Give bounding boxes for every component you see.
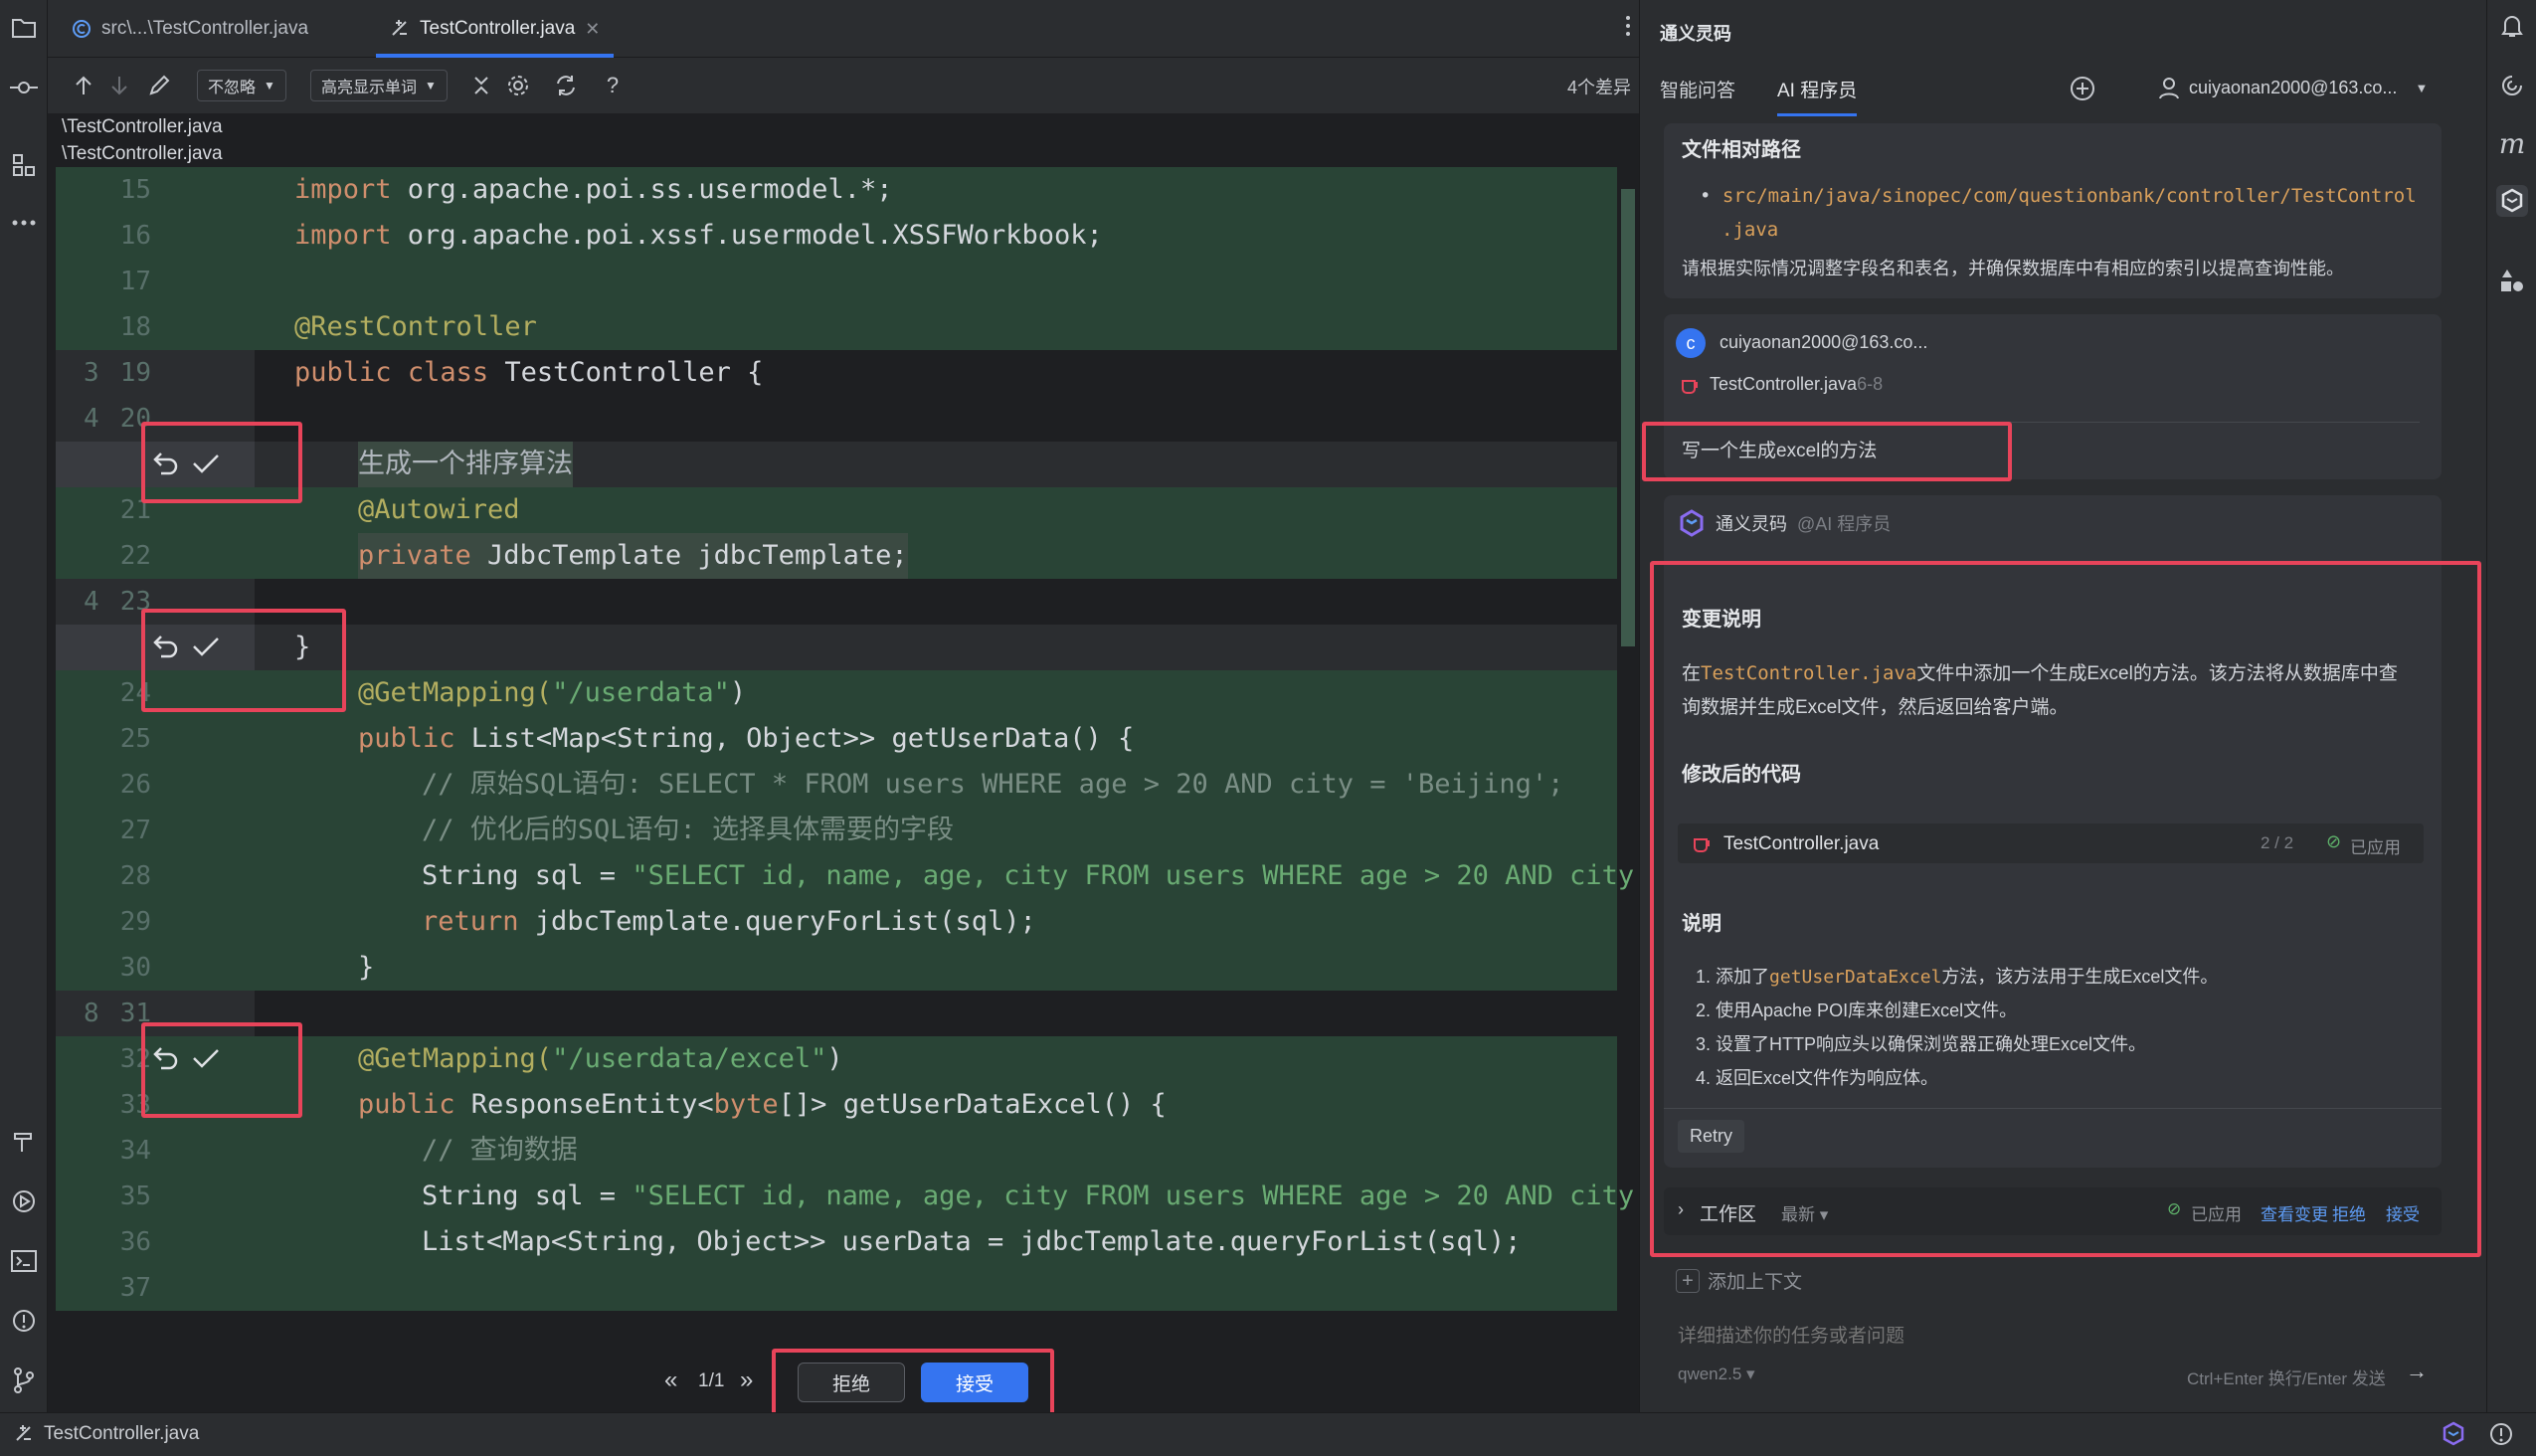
chat-input[interactable] <box>1678 1319 2414 1355</box>
code-line: 30 } <box>56 945 1617 991</box>
context-file-chip[interactable]: TestController.java 6-8 <box>1680 374 1883 395</box>
status-file[interactable]: TestController.java <box>14 1423 199 1445</box>
code-line: 15 import org.apache.poi.ss.usermodel.*; <box>56 167 1617 213</box>
highlight-box <box>141 1022 302 1118</box>
notifications-bell-icon[interactable] <box>2496 10 2528 42</box>
commit-icon[interactable] <box>8 72 40 103</box>
highlight-box <box>141 609 346 712</box>
highlight-box <box>1650 561 2481 1257</box>
tongyi-lingma-icon[interactable] <box>2496 185 2528 217</box>
chevron-down-icon: ▼ <box>264 79 275 92</box>
tab-diff-file[interactable]: TestController.java ✕ <box>376 0 615 58</box>
sync-scroll-icon[interactable] <box>553 70 579 101</box>
account-menu[interactable]: cuiyaonan2000@163.co... ▼ <box>2157 76 2428 99</box>
help-icon[interactable]: ? <box>601 70 625 101</box>
tongyi-status-icon[interactable] <box>2441 1421 2466 1447</box>
ai-spiral-icon[interactable] <box>2496 70 2528 101</box>
code-line: 35 String sql = "SELECT id, name, age, c… <box>56 1174 1634 1219</box>
diff-file-paths: \TestController.java \TestController.jav… <box>48 113 1639 167</box>
new-chat-plus-icon[interactable] <box>2070 76 2095 101</box>
bot-header: 通义灵码 @AI 程序员 <box>1678 509 1891 537</box>
warning-icon[interactable] <box>2488 1421 2514 1447</box>
avatar: c <box>1676 328 1706 358</box>
right-file-path: \TestController.java <box>62 143 223 164</box>
ai-assistant-panel: 通义灵码 智能问答 AI 程序员 cuiyaonan2000@163.co...… <box>1639 0 2486 1412</box>
run-icon[interactable] <box>8 1185 40 1217</box>
editor-scrollbar[interactable] <box>1621 189 1635 646</box>
maven-m-icon[interactable]: m <box>2496 127 2528 160</box>
diff-icon <box>16 1425 31 1441</box>
left-file-path: \TestController.java <box>62 116 223 137</box>
tab-smart-qa[interactable]: 智能问答 <box>1660 76 1735 102</box>
collapse-icon[interactable] <box>469 70 493 101</box>
code-line: 25 public List<Map<String, Object>> getU… <box>56 716 1617 762</box>
java-file-icon <box>1682 379 1698 394</box>
highlight-words-dropdown[interactable]: 高亮显示单词 ▼ <box>310 70 448 101</box>
code-line: 18 @RestController <box>56 304 1617 350</box>
code-line: 29 return jdbcTemplate.queryForList(sql)… <box>56 899 1617 945</box>
next-diff-arrow-icon[interactable] <box>107 70 131 101</box>
code-line: 26 // 原始SQL语句: SELECT * FROM users WHERE… <box>56 762 1617 808</box>
model-selector[interactable]: qwen2.5 ▾ <box>1678 1365 1755 1384</box>
page-indicator: 1/1 <box>698 1370 725 1391</box>
active-tab-indicator <box>1777 113 1857 116</box>
java-class-icon <box>73 20 91 38</box>
user-name: cuiyaonan2000@163.co... <box>1720 332 1928 352</box>
code-line: 16 import org.apache.poi.xssf.usermodel.… <box>56 213 1617 259</box>
tab-source-file[interactable]: src\...\TestController.java <box>72 0 308 58</box>
highlight-box <box>141 422 302 503</box>
diff-toolbar: 不忽略 ▼ 高亮显示单词 ▼ ? 4个差异 <box>48 58 1639 113</box>
chevron-down-icon: ▼ <box>425 79 437 92</box>
tab-ai-programmer[interactable]: AI 程序员 <box>1777 76 1857 102</box>
build-hammer-icon[interactable] <box>8 1126 40 1158</box>
code-line: 22 private JdbcTemplate jdbcTemplate; <box>56 533 1617 579</box>
diff-nav-bar: « 1/1 » 拒绝 接受 <box>48 1349 1639 1432</box>
diff-icon <box>392 20 407 36</box>
right-tool-bar: m <box>2486 0 2536 1412</box>
ignore-whitespace-dropdown[interactable]: 不忽略 ▼ <box>197 70 286 101</box>
diff-count-label: 4个差异 <box>1566 78 1631 97</box>
status-bar: TestController.java <box>0 1412 2536 1456</box>
edit-pencil-icon[interactable] <box>147 70 171 101</box>
send-arrow-icon[interactable]: → <box>2406 1359 2428 1384</box>
project-folder-icon[interactable] <box>8 12 40 44</box>
code-line: 28 String sql = "SELECT id, name, age, c… <box>56 853 1634 899</box>
code-line: 17 <box>56 259 1617 304</box>
code-area[interactable]: 15 import org.apache.poi.ss.usermodel.*;… <box>56 167 1639 1351</box>
editor-tab-bar: src\...\TestController.java TestControll… <box>48 0 1639 58</box>
plus-icon: + <box>1676 1268 1700 1293</box>
code-line: 36 List<Map<String, Object>> userData = … <box>56 1219 1617 1265</box>
more-icon[interactable] <box>8 207 40 239</box>
chevron-down-icon: ▼ <box>2415 80 2429 95</box>
user-icon <box>2159 78 2179 99</box>
chat-input-area: + 添加上下文 qwen2.5 ▾ Ctrl+Enter 换行/Enter 发送… <box>1664 1257 2442 1394</box>
prev-diff-arrow-icon[interactable] <box>72 70 95 101</box>
structure-icon[interactable] <box>8 149 40 181</box>
ai-panel-header: 通义灵码 智能问答 AI 程序员 cuiyaonan2000@163.co...… <box>1640 0 2487 123</box>
tongyi-logo-icon <box>1680 509 1704 537</box>
tab-menu-icon[interactable] <box>1625 14 1631 38</box>
diff-editor: src\...\TestController.java TestControll… <box>48 0 1639 1432</box>
highlight-box <box>1642 422 2012 481</box>
git-branch-icon[interactable] <box>8 1365 40 1396</box>
add-context-button[interactable]: + 添加上下文 <box>1676 1267 1802 1294</box>
close-tab-icon[interactable]: ✕ <box>585 19 600 40</box>
terminal-icon[interactable] <box>8 1245 40 1277</box>
code-line: 3 19 public class TestController { <box>56 350 1617 396</box>
next-change-icon[interactable]: » <box>740 1366 753 1394</box>
file-path-link[interactable]: • src/main/java/sinopec/com/questionbank… <box>1700 185 2417 207</box>
settings-gear-icon[interactable] <box>505 70 531 101</box>
left-activity-bar <box>0 0 48 1412</box>
prev-change-icon[interactable]: « <box>664 1366 677 1394</box>
file-path-card: 文件相对路径 • src/main/java/sinopec/com/quest… <box>1664 123 2442 298</box>
code-line: 27 // 优化后的SQL语句: 选择具体需要的字段 <box>56 808 1617 853</box>
problems-icon[interactable] <box>8 1305 40 1337</box>
panel-title: 通义灵码 <box>1660 24 1731 44</box>
code-line: 34 // 查询数据 <box>56 1128 1617 1174</box>
code-line: 37 <box>56 1265 1617 1311</box>
plugin-shapes-icon[interactable] <box>2496 265 2528 296</box>
